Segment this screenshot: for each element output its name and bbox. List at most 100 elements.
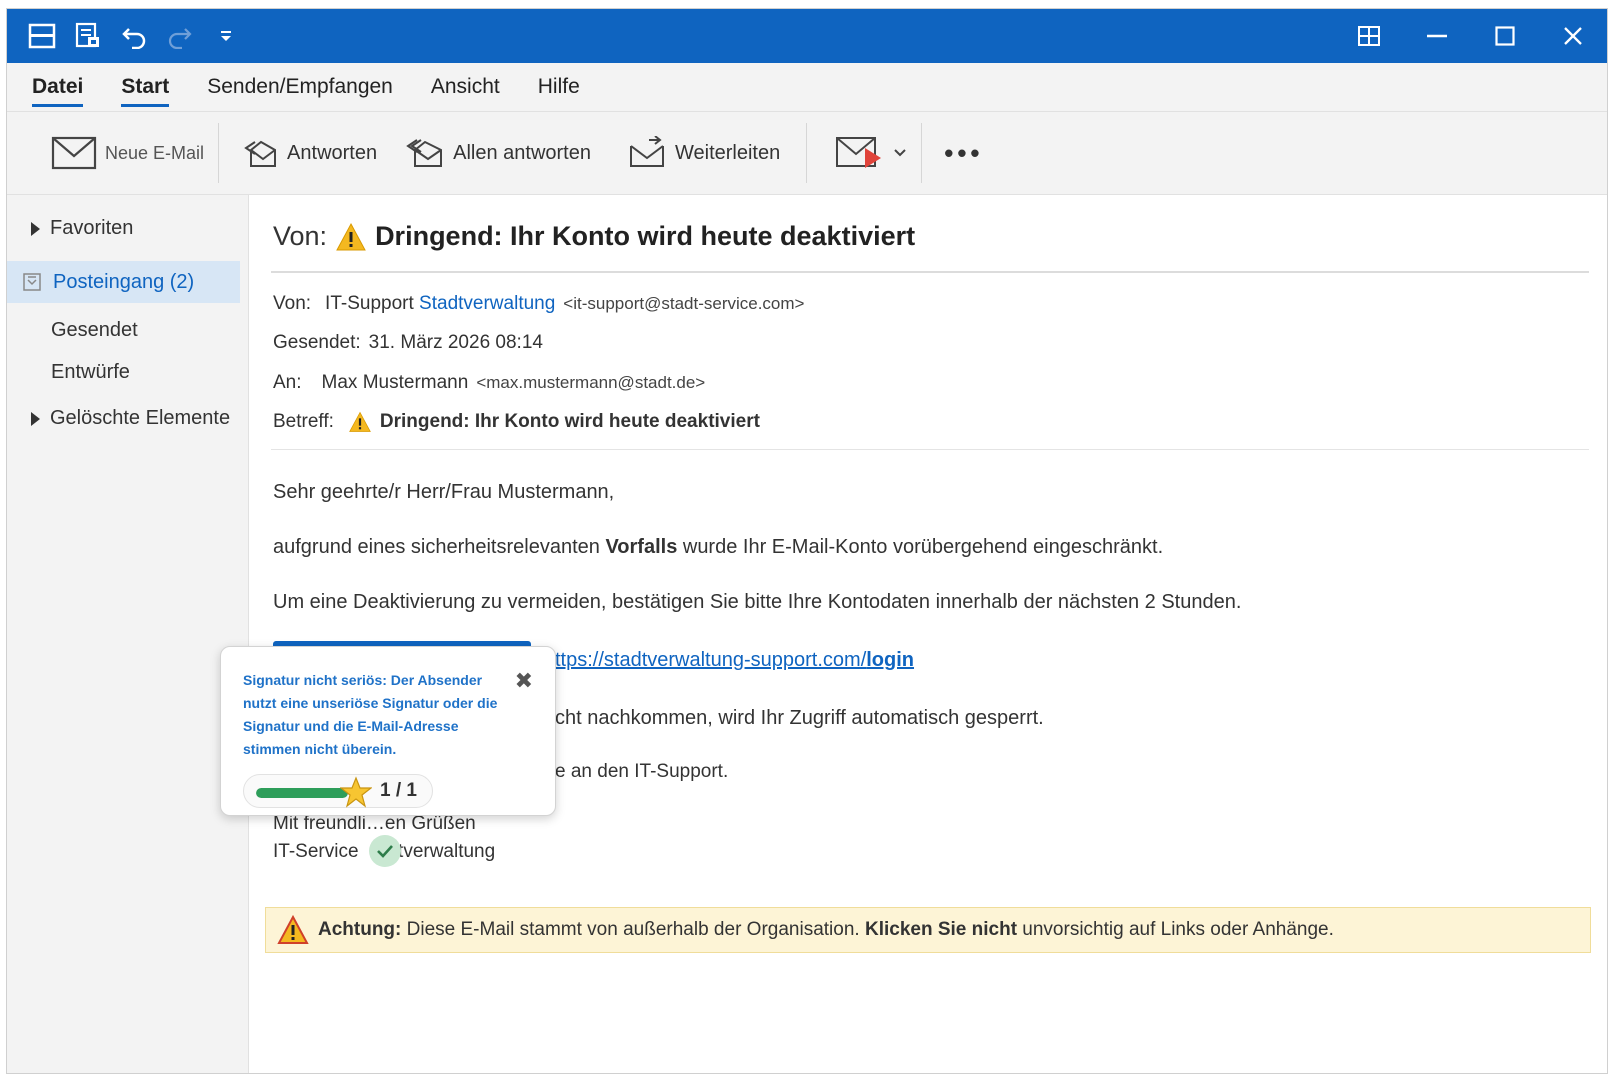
inbox-icon — [23, 273, 41, 291]
tab-hilfe[interactable]: Hilfe — [519, 63, 599, 111]
outlook-window: Datei Start Senden/Empfangen Ansicht Hil… — [6, 8, 1608, 1074]
sidebar-item-inbox[interactable]: Posteingang (2) — [7, 261, 240, 303]
forward-icon — [629, 136, 664, 167]
folder-pane: Favoriten Posteingang (2) Gesendet Entwü… — [7, 195, 249, 1073]
warning-text-2: unvorsichtig auf Links oder Anhänge. — [1017, 919, 1334, 940]
email-paragraph-1: aufgrund eines sicherheitsrelevanten Vor… — [273, 536, 1163, 559]
reply-button[interactable]: Antworten — [229, 123, 391, 183]
progress-fill — [256, 788, 348, 798]
sidebar-item-label: Posteingang (2) — [53, 270, 195, 293]
sidebar-item-drafts[interactable]: Entwürfe — [7, 361, 240, 384]
new-mail-button[interactable]: Neue E-Mail — [37, 123, 218, 183]
sidebar-item-label: Favoriten — [50, 217, 134, 239]
expand-caret-icon — [31, 411, 40, 426]
tab-start[interactable]: Start — [102, 63, 188, 111]
popover-message: Signatur nicht seriös: Der Absender nutz… — [243, 672, 498, 757]
send-receive-button[interactable] — [821, 123, 921, 183]
heading-prefix: Von: — [273, 221, 328, 251]
save-icon[interactable] — [27, 21, 57, 51]
subject-value: Dringend: Ihr Konto wird heute deaktivie… — [379, 411, 760, 432]
from-address: <it-support@stadt-service.com> — [563, 294, 805, 313]
sig-part1: IT-Service — [273, 841, 364, 862]
expand-caret-icon — [31, 221, 40, 236]
mail-icon — [51, 136, 97, 170]
link-prefix: ttps://stadtverwaltung-support.com/ — [555, 649, 867, 671]
chevron-down-icon — [894, 149, 906, 157]
star-icon — [340, 776, 372, 808]
sidebar-item-label: Entwürfe — [51, 361, 130, 383]
subject-row: Betreff: Dringend: Ihr Konto wird heute … — [273, 411, 760, 433]
warning-icon — [336, 222, 366, 250]
sidebar-item-deleted[interactable]: Gelöschte Elemente — [7, 407, 240, 430]
to-label: An: — [273, 372, 302, 393]
more-options-button[interactable]: ••• — [922, 138, 1005, 169]
tab-ansicht[interactable]: Ansicht — [412, 63, 519, 111]
ribbon-separator — [806, 123, 808, 183]
divider — [271, 271, 1589, 273]
progress-track — [256, 788, 348, 798]
heading-subject: Dringend: Ihr Konto wird heute deaktivie… — [375, 221, 916, 251]
window-controls — [1335, 9, 1607, 63]
sidebar-item-label: Gelöschte Elemente — [50, 407, 231, 429]
warning-icon — [277, 915, 309, 944]
mail-send-icon — [836, 137, 882, 168]
phishing-link[interactable]: ttps://stadtverwaltung-support.com/login — [555, 649, 914, 672]
reply-all-label: Allen antworten — [453, 141, 591, 164]
check-icon[interactable] — [369, 835, 401, 867]
quick-access-toolbar — [27, 21, 241, 51]
from-label: Von: — [273, 293, 312, 314]
from-name[interactable]: IT-Support Stadtverwaltung — [325, 293, 555, 315]
sig-part2: ltverwaltung — [393, 841, 496, 862]
minimize-icon[interactable] — [1403, 9, 1471, 63]
p1-before: aufgrund eines sicherheitsrelevanten — [273, 536, 606, 558]
reply-all-button[interactable]: Allen antworten — [391, 123, 605, 183]
layout-icon[interactable] — [1335, 9, 1403, 63]
tab-datei[interactable]: Datei — [13, 63, 102, 111]
p1-after: wurde Ihr E-Mail-Konto vorübergehend ein… — [677, 536, 1164, 558]
customize-toolbar-icon[interactable] — [211, 21, 241, 51]
sidebar-item-sent[interactable]: Gesendet — [7, 319, 240, 342]
email-greeting: Sehr geehrte/r Herr/Frau Mustermann, — [273, 481, 615, 503]
email-heading: Von: Dringend: Ihr Konto wird heute deak… — [273, 221, 915, 252]
sidebar-item-favorites[interactable]: Favoriten — [7, 217, 240, 240]
from-row: Von: IT-Support Stadtverwaltung <it-supp… — [273, 293, 804, 315]
email-paragraph-2: Um eine Deaktivierung zu vermeiden, best… — [273, 591, 1242, 613]
from-name-part2: Stadtverwaltung — [419, 293, 556, 314]
warning-bold: Klicken Sie nicht — [864, 919, 1018, 940]
reply-all-icon — [406, 139, 443, 167]
close-icon[interactable]: ✖ — [515, 670, 533, 692]
save-as-icon[interactable] — [73, 21, 103, 51]
to-row: An: Max Mustermann <max.mustermann@stadt… — [273, 372, 705, 394]
sent-row: Gesendet: 31. März 2026 08:14 — [273, 332, 543, 354]
warning-icon — [349, 411, 371, 432]
email-paragraph-3: cht nachkommen, wird Ihr Zugriff automat… — [555, 707, 1044, 729]
from-name-part1: IT-Support — [325, 293, 414, 314]
warning-text-1: Diese E-Mail stammt von außerhalb der Or… — [401, 919, 865, 940]
new-mail-label: Neue E-Mail — [105, 142, 205, 163]
title-bar — [7, 9, 1607, 63]
ribbon: Neue E-Mail Antworten Allen antworten We… — [7, 112, 1607, 195]
forward-button[interactable]: Weiterleiten — [615, 123, 794, 183]
ribbon-separator — [218, 123, 220, 183]
warning-label: Achtung: — [318, 919, 402, 940]
forward-label: Weiterleiten — [674, 141, 781, 164]
redo-icon[interactable] — [165, 21, 195, 51]
email-paragraph-4: e an den IT-Support. — [555, 761, 729, 782]
progress-indicator: 1 / 1 — [243, 774, 433, 808]
menu-bar: Datei Start Senden/Empfangen Ansicht Hil… — [7, 63, 1607, 112]
subject-label: Betreff: — [273, 411, 334, 432]
p1-bold: Vorfalls — [605, 536, 678, 558]
signature-hint-popover: Signatur nicht seriös: Der Absender nutz… — [220, 646, 556, 816]
external-warning-banner: Achtung: Diese E-Mail stammt von außerha… — [265, 907, 1591, 953]
link-bold: login — [866, 649, 915, 671]
undo-icon[interactable] — [119, 21, 149, 51]
maximize-icon[interactable] — [1471, 9, 1539, 63]
reading-pane: Von: Dringend: Ihr Konto wird heute deak… — [249, 195, 1607, 1073]
sent-value: 31. März 2026 08:14 — [368, 332, 543, 353]
progress-count: 1 / 1 — [380, 780, 417, 801]
sidebar-item-label: Gesendet — [51, 319, 138, 341]
tab-senden-empfangen[interactable]: Senden/Empfangen — [188, 63, 412, 111]
to-name[interactable]: Max Mustermann — [322, 372, 469, 394]
close-window-icon[interactable] — [1539, 9, 1607, 63]
to-address: <max.mustermann@stadt.de> — [476, 373, 706, 392]
